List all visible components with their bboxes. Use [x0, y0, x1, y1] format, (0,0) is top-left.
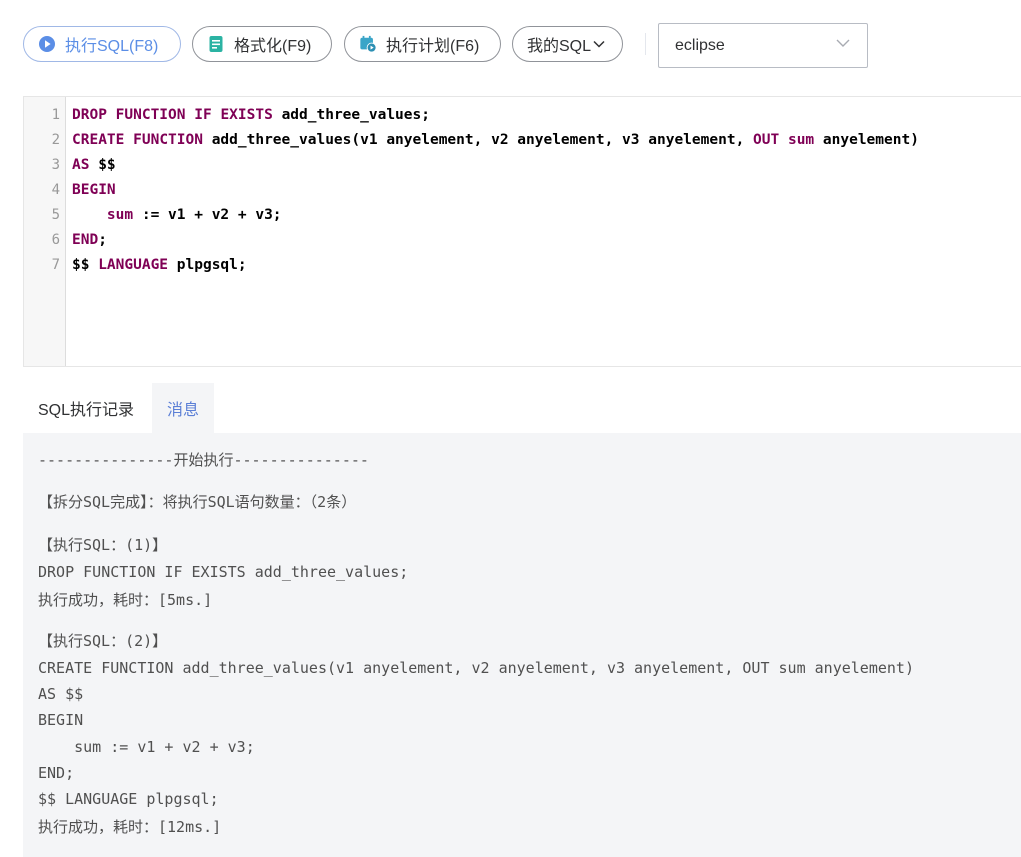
my-sql-dropdown[interactable]: 我的SQL [512, 26, 623, 62]
message-line: 执行成功，耗时：[5ms.] [38, 591, 213, 609]
message-line: DROP FUNCTION IF EXISTS add_three_values… [38, 563, 409, 581]
message-line: END; [38, 764, 75, 782]
my-sql-label: 我的SQL [527, 38, 592, 55]
code-line: BEGIN [72, 182, 116, 198]
message-line: 执行成功，耗时：[12ms.] [38, 818, 222, 836]
select-chevron-icon [835, 35, 851, 56]
code-line: sum := v1 + v2 + v3; [106, 207, 282, 223]
message-line: 【拆分SQL完成】：将执行SQL语句数量：（2条） [38, 493, 357, 511]
line-number-gutter: 1 2 3 4 5 6 7 [24, 97, 66, 366]
run-sql-button[interactable]: 执行SQL(F8) [23, 26, 181, 62]
calendar-play-icon [359, 35, 377, 53]
theme-select[interactable]: eclipse [658, 23, 868, 68]
message-line: CREATE FUNCTION add_three_values(v1 anye… [38, 659, 914, 677]
execution-plan-button[interactable]: 执行计划(F6) [344, 26, 501, 62]
format-label: 格式化(F9) [234, 38, 312, 55]
code-line: $$ LANGUAGE plpgsql; [72, 257, 247, 273]
document-icon [207, 35, 225, 53]
message-line: 【执行SQL：(1)】 [38, 536, 168, 554]
toolbar: 执行SQL(F8) 格式化(F9) 执行计划(F6) 我的SQL eclipse [0, 0, 1021, 90]
message-line: $$ LANGUAGE plpgsql; [38, 790, 219, 808]
code-line: CREATE FUNCTION add_three_values(v1 anye… [72, 132, 919, 148]
format-button[interactable]: 格式化(F9) [192, 26, 332, 62]
sql-editor[interactable]: 1 2 3 4 5 6 7 DROP FUNCTION IF EXISTS ad… [23, 96, 1021, 367]
chevron-down-icon [593, 38, 605, 50]
tab-sql-history-label: SQL执行记录 [38, 402, 135, 419]
line-number: 3 [51, 157, 60, 173]
message-line: sum := v1 + v2 + v3; [38, 738, 255, 756]
line-number: 6 [51, 232, 60, 248]
run-sql-label: 执行SQL(F8) [65, 38, 159, 55]
toolbar-divider [645, 33, 646, 55]
line-number: 7 [51, 257, 60, 273]
message-line: ---------------开始执行--------------- [38, 451, 369, 469]
tab-messages[interactable]: 消息 [152, 383, 214, 433]
result-tabs: SQL执行记录 消息 [23, 383, 1021, 433]
message-line: BEGIN [38, 711, 84, 729]
line-number: 5 [51, 207, 60, 223]
code-line: DROP FUNCTION IF EXISTS add_three_values… [72, 107, 430, 123]
tab-messages-label: 消息 [167, 402, 200, 419]
execution-plan-label: 执行计划(F6) [386, 38, 480, 55]
message-line: 【执行SQL：(2)】 [38, 632, 168, 650]
code-line: END; [72, 232, 107, 248]
line-number: 1 [51, 107, 60, 123]
message-line: AS $$ [38, 685, 84, 703]
line-number: 4 [51, 182, 60, 198]
code-line: AS $$ [72, 157, 116, 173]
tab-sql-history[interactable]: SQL执行记录 [23, 383, 149, 433]
message-panel: ---------------开始执行--------------- 【拆分SQ… [23, 433, 1021, 857]
play-circle-icon [38, 35, 56, 53]
line-number: 2 [51, 132, 60, 148]
theme-select-value: eclipse [675, 36, 725, 54]
